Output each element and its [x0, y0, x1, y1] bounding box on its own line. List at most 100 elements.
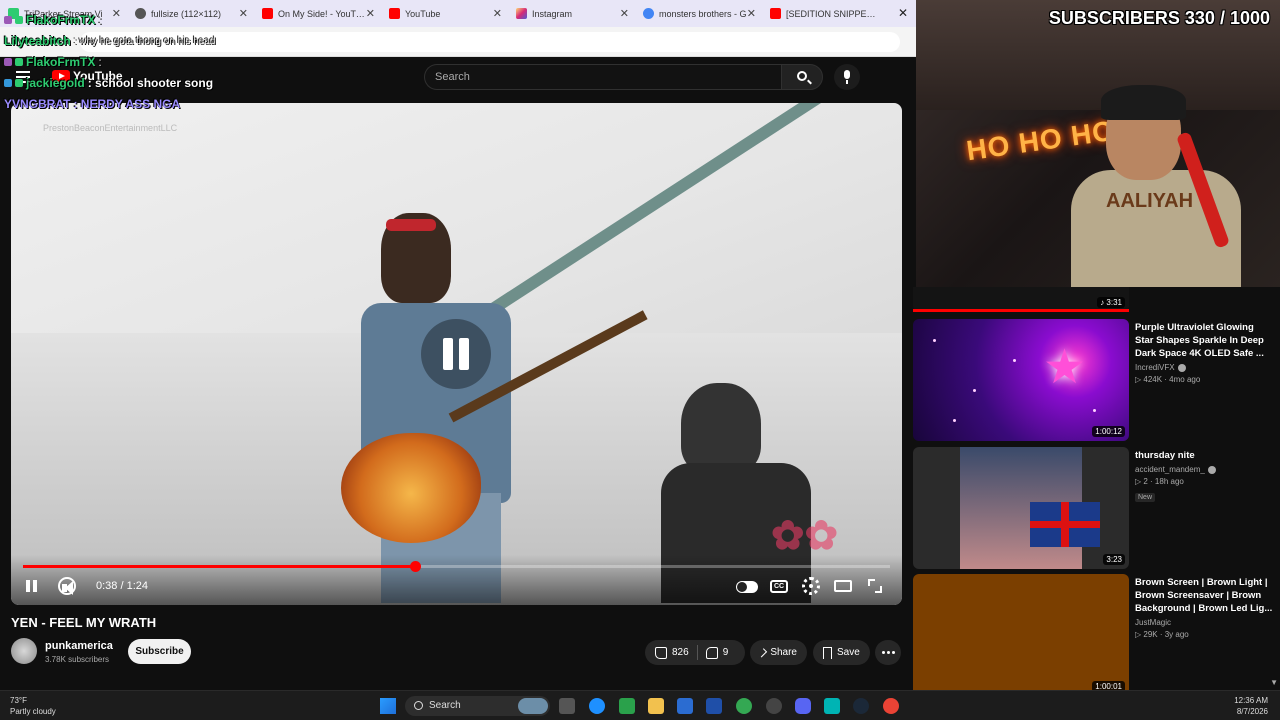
- video-channel[interactable]: accident_mandem_: [1135, 465, 1273, 474]
- center-pause-icon[interactable]: [421, 319, 491, 389]
- save-button[interactable]: Save: [813, 640, 870, 665]
- dislike-count[interactable]: 9: [723, 647, 729, 658]
- google-favicon-icon: [643, 8, 654, 19]
- autoplay-toggle[interactable]: [736, 581, 758, 593]
- chat-username: FlakoFrmTX: [26, 13, 96, 27]
- store-icon[interactable]: [706, 698, 722, 714]
- chat-message: FlakoFrmTX :: [4, 13, 102, 27]
- video-thumbnail[interactable]: 3:23: [913, 447, 1129, 569]
- streaming-app-icon[interactable]: [824, 698, 840, 714]
- chat-badge-icon: [4, 79, 12, 87]
- tab-close-icon[interactable]: ✕: [493, 7, 502, 20]
- tab-close-icon[interactable]: ✕: [366, 7, 375, 20]
- video-channel[interactable]: JustMagic: [1135, 618, 1273, 627]
- sparkle: [973, 389, 976, 392]
- video-title[interactable]: Brown Screen | Brown Light | Brown Scree…: [1135, 576, 1273, 615]
- chat-username: YVNGBRAT: [4, 97, 71, 111]
- theater-mode-icon[interactable]: [834, 580, 852, 592]
- channel-name[interactable]: JustMagic: [1135, 618, 1171, 627]
- thumbnail-photo: [960, 447, 1100, 569]
- views-age: 424K · 4mo ago: [1143, 375, 1201, 384]
- chat-username: jackiegold: [26, 76, 85, 90]
- youtube-favicon-icon: [770, 8, 781, 19]
- progress-scrubber[interactable]: [409, 561, 421, 572]
- thumbs-down-icon[interactable]: [705, 646, 718, 659]
- share-button[interactable]: Share: [750, 640, 807, 665]
- chat-message: FlakoFrmTX :: [4, 55, 102, 69]
- tab-favicon-icon: [135, 8, 146, 19]
- scroll-down-arrow-icon[interactable]: ▼: [1270, 678, 1278, 687]
- chrome-icon[interactable]: [736, 698, 752, 714]
- steam-icon[interactable]: [853, 698, 869, 714]
- temperature: 73°F: [10, 696, 27, 705]
- screen: TriParker Stream Vi ✕ fullsize (112×112)…: [0, 0, 1280, 720]
- browser-tab-bar: TriParker Stream Vi ✕ fullsize (112×112)…: [0, 0, 916, 27]
- browser-tab[interactable]: monsters brothers - G ✕: [635, 0, 762, 27]
- browser-tab[interactable]: On My Side! - YouTube ✕: [254, 0, 381, 27]
- video-player[interactable]: ✿✿ PrestonBeaconEntertainmentLLC 0:38 / …: [11, 103, 902, 605]
- pause-icon[interactable]: [23, 577, 41, 595]
- discord-icon[interactable]: [795, 698, 811, 714]
- captions-button[interactable]: CC: [770, 580, 788, 593]
- obs-icon[interactable]: [766, 698, 782, 714]
- edge-browser-icon[interactable]: [589, 698, 605, 714]
- video-thumbnail[interactable]: ★ 1:00:12: [913, 319, 1129, 441]
- browser-tab[interactable]: YouTube ✕: [381, 0, 508, 27]
- browser-tab[interactable]: fullsize (112×112) ✕: [127, 0, 254, 27]
- recommended-video[interactable]: 1:00:01 Brown Screen | Brown Light | Bro…: [913, 574, 1280, 690]
- duration-badge: 3:23: [1103, 554, 1125, 565]
- video-title[interactable]: thursday nite: [1135, 449, 1273, 462]
- chat-username: Lilyteabitch: [4, 34, 71, 48]
- channel-name[interactable]: punkamerica: [45, 640, 113, 652]
- system-clock[interactable]: 12:36 AM 8/7/2026: [1234, 695, 1268, 717]
- video-title[interactable]: Purple Ultraviolet Glowing Star Shapes S…: [1135, 321, 1273, 360]
- search-highlight-icon[interactable]: [518, 698, 548, 714]
- search-input[interactable]: Search: [424, 64, 781, 90]
- chat-badge-icon: [15, 79, 23, 87]
- video-title: YEN - FEEL MY WRATH: [11, 615, 157, 630]
- task-view-icon[interactable]: [559, 698, 575, 714]
- tab-title: monsters brothers - G: [659, 8, 747, 19]
- search-button[interactable]: [781, 64, 823, 90]
- file-explorer-icon[interactable]: [648, 698, 664, 714]
- share-label: Share: [770, 647, 797, 658]
- video-channel[interactable]: IncrediVFX: [1135, 363, 1273, 372]
- browser-tab[interactable]: Instagram ✕: [508, 0, 635, 27]
- clock-time: 12:36 AM: [1234, 696, 1268, 705]
- chat-message: YVNGBRAT : NERDY ASS NGA: [4, 97, 180, 111]
- browser-tab[interactable]: [SEDITION SNIPPET] N: [762, 0, 889, 27]
- mail-icon[interactable]: [677, 698, 693, 714]
- close-icon[interactable]: ✕: [898, 6, 908, 20]
- tab-close-icon[interactable]: ✕: [620, 7, 629, 20]
- settings-gear-icon[interactable]: [802, 577, 820, 595]
- more-actions-button[interactable]: [875, 640, 901, 665]
- voice-search-mic-icon[interactable]: [834, 64, 860, 90]
- save-label: Save: [837, 647, 860, 658]
- volume-icon[interactable]: [58, 577, 76, 595]
- streamer-cap: [1101, 85, 1186, 120]
- chat-text: :: [98, 55, 102, 69]
- fullscreen-icon[interactable]: [866, 577, 884, 595]
- copilot-icon[interactable]: [619, 698, 635, 714]
- video-thumbnail[interactable]: 1:00:01: [913, 574, 1129, 690]
- sparkle: [1013, 359, 1016, 362]
- recommended-video[interactable]: ★ 1:00:12 Purple Ultraviolet Glowing Sta…: [913, 319, 1280, 441]
- chrome-profile-icon[interactable]: [883, 698, 899, 714]
- channel-name[interactable]: IncrediVFX: [1135, 363, 1175, 372]
- tab-close-icon[interactable]: ✕: [112, 7, 121, 20]
- channel-avatar[interactable]: [11, 638, 37, 664]
- subscribe-button[interactable]: Subscribe: [128, 639, 191, 664]
- tab-close-icon[interactable]: ✕: [747, 7, 756, 20]
- sparkle: [953, 419, 956, 422]
- windows-start-icon[interactable]: [380, 698, 396, 714]
- guitar-body: [341, 433, 481, 543]
- thumbs-up-icon[interactable]: [655, 646, 667, 659]
- recommended-video[interactable]: 3:23 thursday nite accident_mandem_ ▷ 2 …: [913, 447, 1280, 569]
- duration-badge: ♪ 3:31: [1097, 297, 1125, 308]
- weather-widget[interactable]: 73°F Partly cloudy: [10, 695, 56, 717]
- like-count[interactable]: 826: [672, 647, 689, 658]
- youtube-favicon-icon: [389, 8, 400, 19]
- progress-bar[interactable]: [23, 561, 890, 572]
- channel-name[interactable]: accident_mandem_: [1135, 465, 1205, 474]
- tab-close-icon[interactable]: ✕: [239, 7, 248, 20]
